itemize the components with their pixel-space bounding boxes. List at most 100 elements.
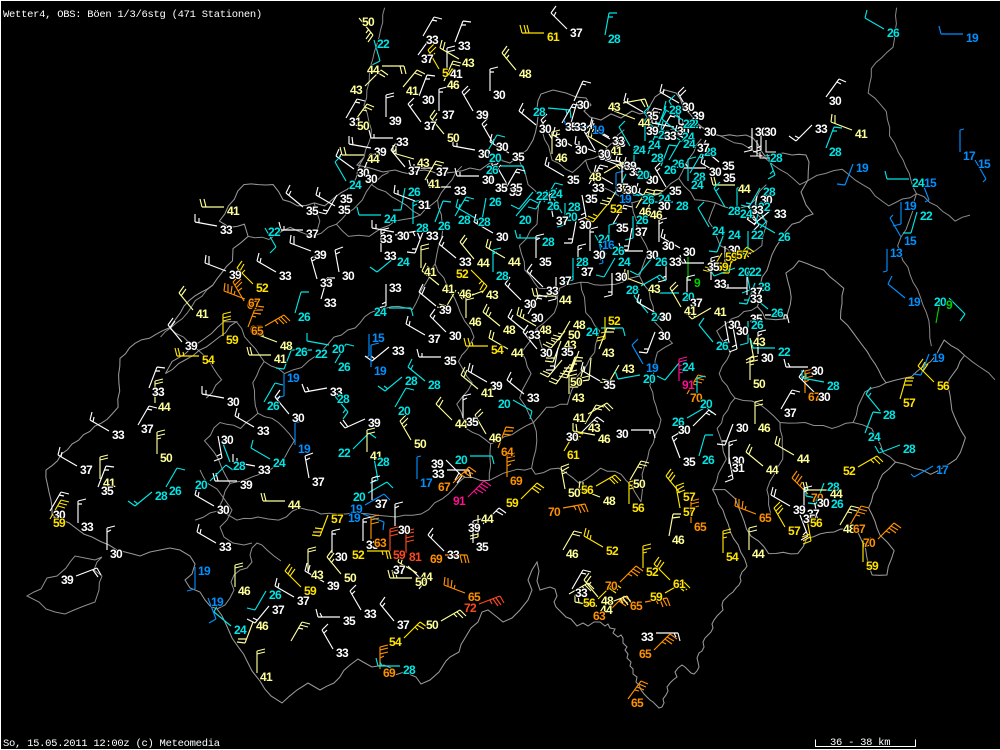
- svg-text:35: 35: [466, 415, 479, 429]
- svg-text:30: 30: [764, 125, 777, 139]
- svg-text:59: 59: [53, 516, 66, 530]
- svg-text:59: 59: [866, 559, 879, 573]
- svg-text:43: 43: [572, 391, 585, 405]
- svg-text:52: 52: [456, 267, 469, 281]
- svg-text:33: 33: [612, 134, 625, 148]
- svg-text:41: 41: [424, 265, 437, 279]
- svg-text:52: 52: [256, 281, 269, 295]
- svg-text:28: 28: [233, 459, 246, 473]
- svg-text:33: 33: [392, 344, 405, 358]
- svg-text:30: 30: [496, 230, 509, 244]
- svg-text:19: 19: [198, 564, 211, 578]
- svg-text:9: 9: [694, 276, 701, 290]
- svg-text:54: 54: [202, 353, 215, 367]
- svg-text:33: 33: [815, 122, 828, 136]
- svg-text:15: 15: [904, 234, 917, 248]
- svg-text:26: 26: [489, 195, 502, 209]
- svg-text:19: 19: [211, 595, 224, 609]
- svg-text:Wetter4, OBS: Böen 1/3/6stg (4: Wetter4, OBS: Böen 1/3/6stg (471 Station…: [3, 9, 262, 21]
- svg-text:22: 22: [749, 265, 762, 279]
- svg-text:37: 37: [697, 141, 710, 155]
- svg-text:46: 46: [238, 584, 251, 598]
- svg-text:22: 22: [778, 345, 791, 359]
- svg-text:33: 33: [389, 281, 402, 295]
- svg-text:54: 54: [389, 635, 402, 649]
- svg-text:41: 41: [714, 305, 727, 319]
- svg-text:20: 20: [332, 342, 345, 356]
- svg-text:44: 44: [508, 255, 521, 269]
- svg-text:33: 33: [546, 284, 559, 298]
- svg-text:24: 24: [740, 207, 753, 221]
- svg-text:26: 26: [338, 360, 351, 374]
- svg-text:24: 24: [374, 305, 387, 319]
- svg-text:69: 69: [430, 552, 443, 566]
- svg-text:22: 22: [751, 228, 764, 242]
- svg-text:20: 20: [195, 478, 208, 492]
- svg-text:30: 30: [678, 423, 691, 437]
- svg-text:43: 43: [608, 100, 621, 114]
- svg-text:59: 59: [650, 590, 663, 604]
- svg-text:24: 24: [397, 255, 410, 269]
- svg-text:59: 59: [506, 496, 519, 510]
- svg-text:26: 26: [771, 306, 784, 320]
- svg-text:30: 30: [449, 329, 462, 343]
- svg-text:65: 65: [630, 599, 643, 613]
- svg-text:35: 35: [476, 540, 489, 554]
- svg-text:59: 59: [393, 548, 406, 562]
- svg-text:35: 35: [510, 181, 523, 195]
- svg-text:30: 30: [493, 88, 506, 102]
- svg-text:54: 54: [726, 550, 739, 564]
- svg-text:33: 33: [258, 463, 271, 477]
- svg-text:30: 30: [625, 183, 638, 197]
- svg-text:26: 26: [751, 318, 764, 332]
- svg-text:50: 50: [357, 119, 370, 133]
- svg-text:37: 37: [375, 497, 388, 511]
- svg-text:19: 19: [908, 295, 921, 309]
- svg-text:37: 37: [306, 227, 319, 241]
- svg-text:33: 33: [641, 630, 654, 644]
- svg-text:46: 46: [555, 151, 568, 165]
- svg-text:37: 37: [635, 225, 648, 239]
- svg-text:52: 52: [608, 314, 621, 328]
- svg-text:33: 33: [257, 424, 270, 438]
- svg-text:41: 41: [855, 127, 868, 141]
- svg-text:37: 37: [397, 618, 410, 632]
- svg-text:30: 30: [365, 172, 378, 186]
- svg-text:44: 44: [766, 463, 779, 477]
- svg-text:28: 28: [403, 663, 416, 677]
- svg-text:30: 30: [577, 98, 590, 112]
- svg-text:39: 39: [389, 114, 402, 128]
- svg-text:33: 33: [458, 39, 471, 53]
- svg-text:43: 43: [622, 362, 635, 376]
- svg-text:44: 44: [738, 182, 751, 196]
- svg-text:37: 37: [393, 563, 406, 577]
- svg-text:35: 35: [539, 255, 552, 269]
- svg-text:33: 33: [324, 296, 337, 310]
- svg-text:44: 44: [477, 256, 490, 270]
- svg-text:28: 28: [533, 105, 546, 119]
- svg-text:30: 30: [555, 136, 568, 150]
- svg-text:54: 54: [491, 343, 504, 357]
- svg-text:35: 35: [707, 260, 720, 274]
- svg-text:65: 65: [251, 324, 264, 338]
- svg-text:57: 57: [736, 248, 749, 262]
- svg-text:64: 64: [501, 445, 514, 459]
- svg-text:33: 33: [527, 391, 540, 405]
- svg-text:44: 44: [288, 498, 301, 512]
- svg-text:39: 39: [314, 248, 327, 262]
- svg-text:48: 48: [539, 323, 552, 337]
- svg-text:30: 30: [398, 523, 411, 537]
- svg-text:22: 22: [377, 37, 390, 51]
- svg-text:30: 30: [482, 173, 495, 187]
- svg-text:41: 41: [260, 670, 273, 684]
- svg-text:43: 43: [462, 56, 475, 70]
- svg-text:26: 26: [547, 199, 560, 213]
- svg-text:24: 24: [648, 138, 661, 152]
- svg-text:50: 50: [568, 486, 581, 500]
- svg-text:39: 39: [229, 268, 242, 282]
- svg-text:9: 9: [946, 298, 953, 312]
- svg-text:17: 17: [936, 463, 949, 477]
- svg-text:30: 30: [662, 239, 675, 253]
- svg-text:20: 20: [489, 151, 502, 165]
- svg-text:65: 65: [631, 696, 644, 710]
